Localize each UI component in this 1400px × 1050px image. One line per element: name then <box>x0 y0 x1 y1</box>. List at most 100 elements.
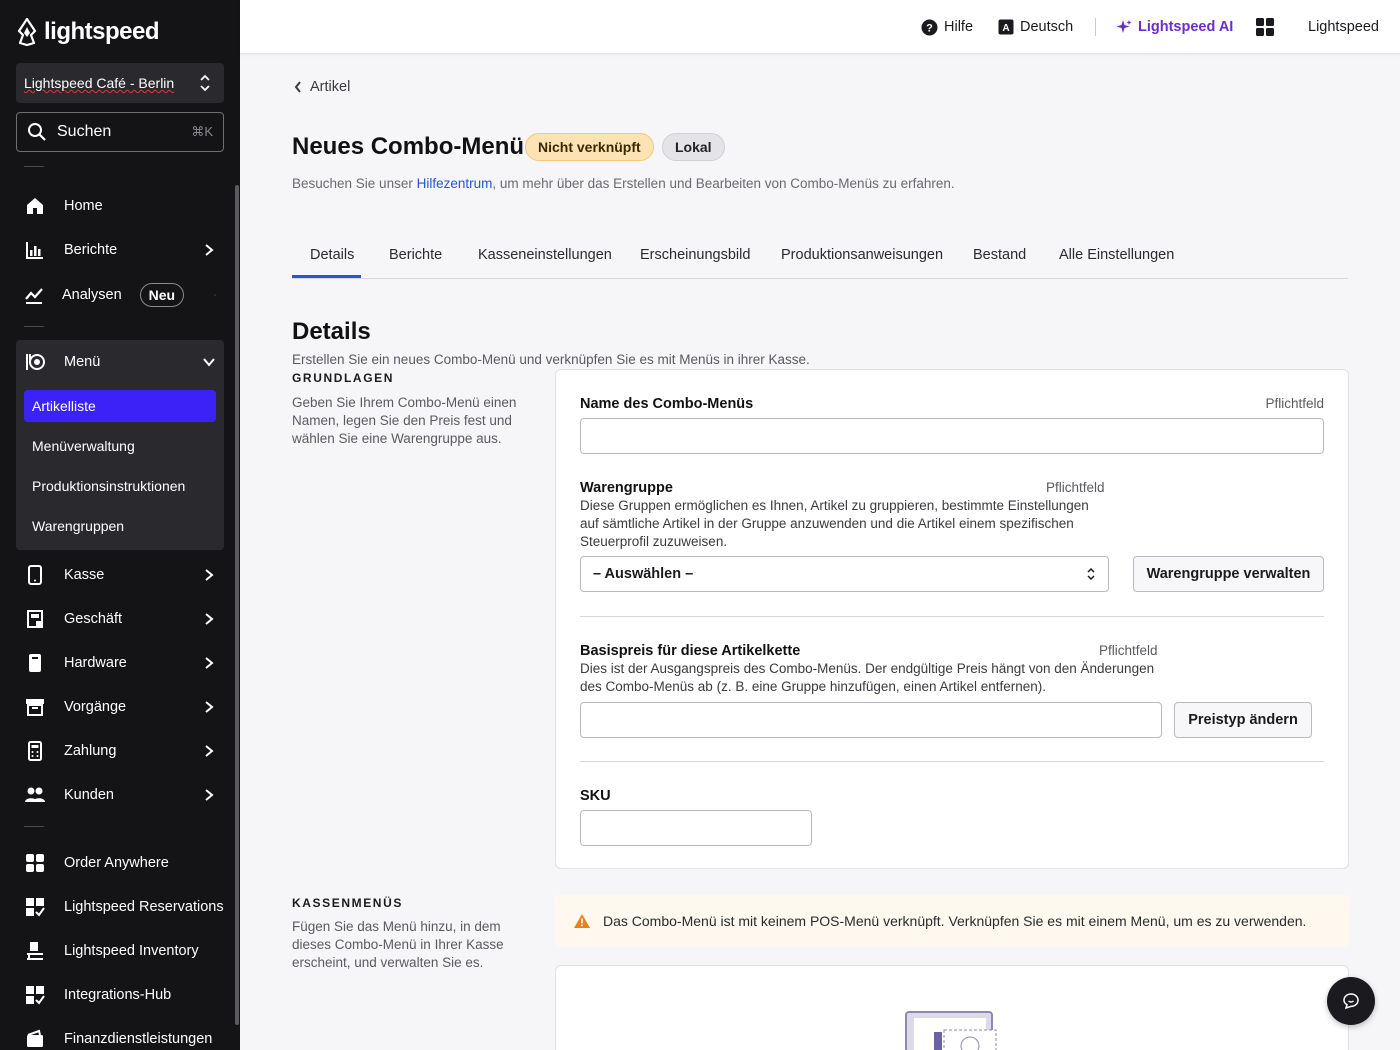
sidebar-item-berichte[interactable]: Berichte <box>16 232 224 268</box>
sidebar-divider <box>24 326 44 327</box>
tab-kasseneinstellungen[interactable]: Kasseneinstellungen <box>478 247 612 275</box>
archive-icon <box>24 696 46 718</box>
manage-group-button[interactable]: Warengruppe verwalten <box>1133 556 1324 592</box>
chevron-right-icon <box>205 244 214 256</box>
help-link[interactable]: ? Hilfe <box>921 17 973 37</box>
empty-state-illustration-icon <box>905 1011 997 1050</box>
app-switcher-button[interactable] <box>1256 17 1274 37</box>
sidebar-search[interactable]: Suchen ⌘K <box>16 112 224 152</box>
lightspeed-logo[interactable]: lightspeed <box>16 16 160 48</box>
sidebar-subitem-warengruppen[interactable]: Warengruppen <box>24 510 216 542</box>
tab-erscheinungsbild[interactable]: Erscheinungsbild <box>640 247 750 275</box>
top-bar: ? Hilfe A Deutsch Lightspeed AI Lightspe… <box>240 0 1400 54</box>
lightspeed-ai-button[interactable]: Lightspeed AI <box>1116 17 1233 37</box>
home-icon <box>24 195 46 217</box>
tab-produktionsanweisungen[interactable]: Produktionsanweisungen <box>781 247 943 275</box>
name-required: Pflichtfeld <box>1265 396 1324 411</box>
sidebar-subitem-artikelliste[interactable]: Artikelliste <box>24 390 216 422</box>
page-title: Neues Combo-Menü <box>292 133 525 160</box>
account-menu[interactable]: Lightspeed <box>1308 17 1379 37</box>
trend-icon <box>24 284 44 306</box>
chevron-right-icon <box>205 745 214 757</box>
combo-name-input[interactable] <box>580 418 1324 454</box>
sidebar-app-finanzdienstleistungen[interactable]: Finanzdienstleistungen <box>16 1021 224 1050</box>
change-price-type-button[interactable]: Preistyp ändern <box>1174 702 1312 738</box>
help-suffix: , um mehr über das Erstellen und Bearbei… <box>492 176 955 191</box>
tab-details[interactable]: Details <box>292 247 362 278</box>
sidebar-divider <box>24 166 44 167</box>
tab-bestand[interactable]: Bestand <box>973 247 1026 275</box>
tab-alle-einstellungen[interactable]: Alle Einstellungen <box>1059 247 1174 275</box>
sidebar-app-inventory[interactable]: Lightspeed Inventory <box>16 933 224 969</box>
sort-chevrons-icon <box>200 74 210 92</box>
sidebar-item-zahlung[interactable]: Zahlung <box>16 733 224 769</box>
translate-icon: A <box>998 19 1014 35</box>
language-label: Deutsch <box>1020 19 1074 35</box>
back-link[interactable]: Artikel <box>294 79 350 95</box>
chevron-down-icon <box>203 358 215 367</box>
chevron-right-icon <box>205 569 214 581</box>
section-subtitle: Erstellen Sie ein neues Combo-Menü und v… <box>292 352 810 367</box>
store-icon <box>24 608 46 630</box>
help-label: Hilfe <box>944 19 974 35</box>
sidebar-item-menu[interactable]: Menü <box>16 344 224 380</box>
menu-book-icon <box>24 351 46 373</box>
grid-apps-icon <box>1256 18 1274 36</box>
group-help: Diese Gruppen ermöglichen es Ihnen, Arti… <box>580 498 1089 549</box>
sidebar-item-label: Lightspeed Inventory <box>64 943 199 959</box>
topbar-separator <box>1095 18 1096 36</box>
new-badge: Neu <box>139 283 185 307</box>
field-divider <box>580 761 1324 762</box>
chevron-right-icon <box>205 789 214 801</box>
help-center-link[interactable]: Hilfezentrum <box>417 176 493 191</box>
unlinked-warning: Das Combo-Menü ist mit keinem POS-Menü v… <box>555 895 1349 947</box>
warning-triangle-icon <box>574 914 590 928</box>
reservations-icon <box>24 896 46 918</box>
sidebar-scrollbar[interactable] <box>235 185 239 1025</box>
tab-bar: Details Berichte Kasseneinstellungen Ers… <box>292 241 1348 279</box>
sidebar-item-analysen[interactable]: Analysen Neu <box>16 277 224 313</box>
sidebar-subitem-produktionsinstruktionen[interactable]: Produktionsinstruktionen <box>24 470 216 502</box>
language-switcher[interactable]: A Deutsch <box>998 17 1073 37</box>
sku-input[interactable] <box>580 810 812 846</box>
sidebar-item-kunden[interactable]: Kunden <box>16 777 224 813</box>
sidebar-app-reservations[interactable]: Lightspeed Reservations <box>16 889 224 925</box>
search-label: Suchen <box>57 123 112 140</box>
chevron-right-icon <box>214 294 216 296</box>
people-icon <box>24 784 46 806</box>
sidebar: lightspeed Lightspeed Café - Berlin Such… <box>0 0 240 1050</box>
sidebar-item-label: Integrations-Hub <box>64 987 172 1003</box>
group-select[interactable]: – Auswählen – <box>580 556 1109 592</box>
tab-berichte[interactable]: Berichte <box>389 247 442 275</box>
chevron-right-icon <box>205 613 214 625</box>
group-select-value: – Auswählen – <box>593 566 694 582</box>
svg-text:?: ? <box>926 22 933 34</box>
name-label: Name des Combo-Menüs <box>580 396 754 412</box>
location-switcher[interactable]: Lightspeed Café - Berlin <box>16 63 224 103</box>
sidebar-item-home[interactable]: Home <box>16 188 224 224</box>
sidebar-item-kasse[interactable]: Kasse <box>16 557 224 593</box>
price-help: Dies ist der Ausgangspreis des Combo-Men… <box>580 661 1155 694</box>
sparkle-icon <box>1116 20 1132 33</box>
basics-description: Geben Sie Ihrem Combo-Menü einen Namen, … <box>292 395 517 446</box>
sidebar-item-label: Kasse <box>64 567 105 583</box>
chevron-right-icon <box>205 657 214 669</box>
base-price-input[interactable] <box>580 702 1162 738</box>
sidebar-item-label: Vorgänge <box>64 699 127 715</box>
chat-support-button[interactable] <box>1327 977 1375 1025</box>
wallet-icon <box>24 1028 46 1050</box>
group-label: Warengruppe <box>580 480 673 496</box>
sidebar-app-integrations-hub[interactable]: Integrations-Hub <box>16 977 224 1013</box>
sidebar-item-geschaeft[interactable]: Geschäft <box>16 601 224 637</box>
sidebar-item-vorgaenge[interactable]: Vorgänge <box>16 689 224 725</box>
sidebar-app-order-anywhere[interactable]: Order Anywhere <box>16 845 224 881</box>
flame-logo-icon <box>17 18 37 46</box>
sidebar-item-label: Kunden <box>64 787 114 803</box>
basics-card: Name des Combo-Menüs Pflichtfeld Warengr… <box>555 369 1349 869</box>
sidebar-item-label: Lightspeed Reservations <box>64 899 224 915</box>
sidebar-item-label: Finanzdienstleistungen <box>64 1031 213 1047</box>
calculator-icon <box>24 740 46 762</box>
sidebar-item-hardware[interactable]: Hardware <box>16 645 224 681</box>
sidebar-subitem-menuverwaltung[interactable]: Menüverwaltung <box>24 430 216 462</box>
chevron-right-icon <box>205 701 214 713</box>
